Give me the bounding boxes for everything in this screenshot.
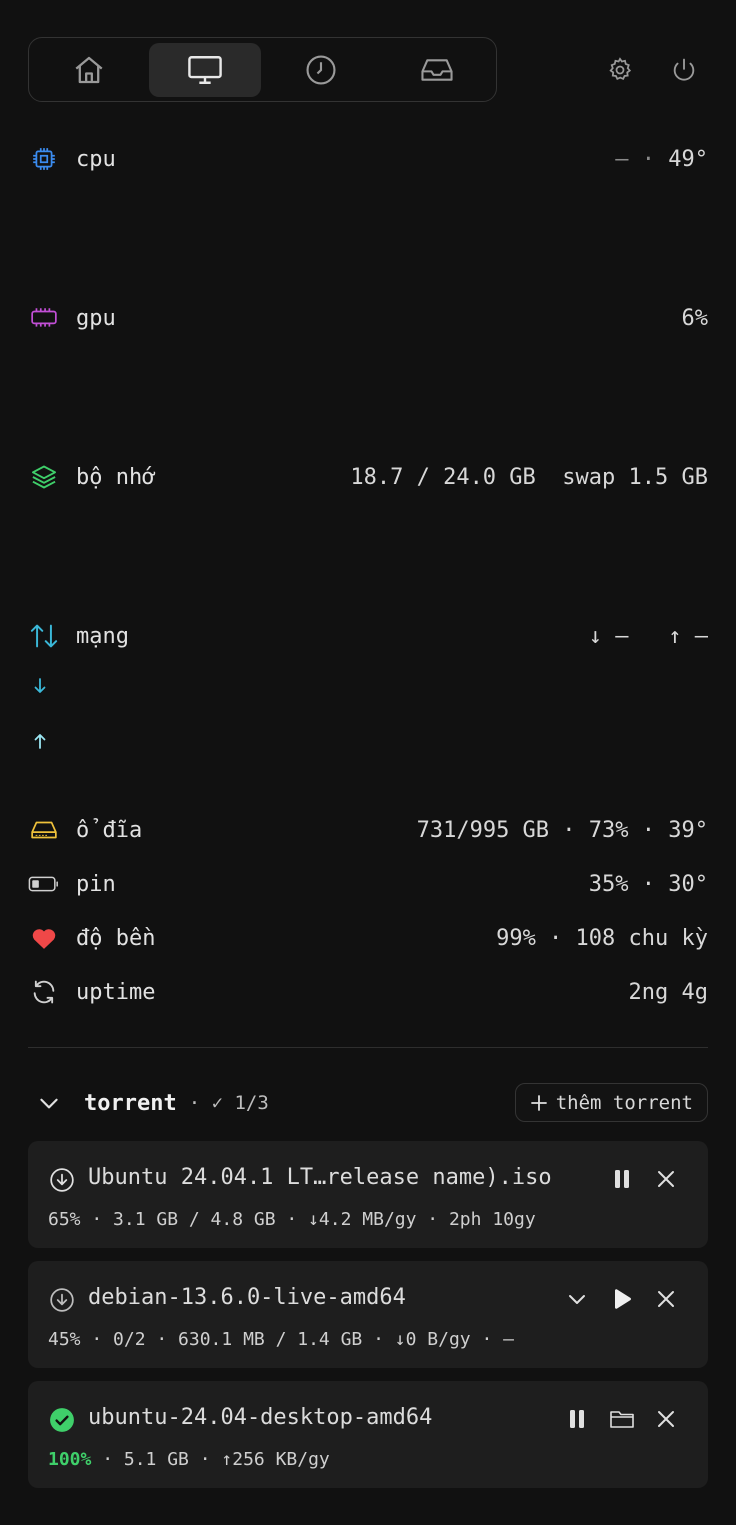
torrent-name: debian-13.6.0-live-amd64 — [88, 1285, 406, 1310]
open-folder-button[interactable] — [606, 1403, 638, 1435]
pause-button[interactable] — [561, 1403, 593, 1435]
gear-icon — [606, 56, 634, 84]
cpu-usage: — — [615, 146, 629, 172]
network-up: ↑ — — [668, 623, 708, 649]
remove-button[interactable] — [650, 1163, 682, 1195]
metric-gpu: gpu 6% — [28, 301, 708, 335]
power-icon — [670, 56, 698, 84]
folder-icon — [609, 1408, 635, 1430]
section-divider — [28, 1047, 708, 1048]
torrent-item[interactable]: Ubuntu 24.04.1 LT…release name).iso 65% … — [28, 1141, 708, 1248]
network-value: ↓ — ↑ — — [589, 624, 708, 649]
tab-inbox[interactable] — [381, 43, 493, 97]
health-label: độ bền — [76, 925, 156, 951]
download-circle-icon — [48, 1166, 76, 1194]
torrent-meta: 45% · 0/2 · 630.1 MB / 1.4 GB · ↓0 B/gy … — [48, 1329, 514, 1350]
chevron-down-icon[interactable] — [36, 1090, 62, 1116]
chevron-down-icon — [565, 1287, 589, 1311]
upload-arrow-icon — [30, 731, 50, 751]
plus-icon — [530, 1094, 548, 1112]
torrent-name: Ubuntu 24.04.1 LT…release name).iso — [88, 1165, 552, 1190]
torrent-title: torrent — [84, 1090, 177, 1116]
close-icon — [656, 1409, 676, 1429]
pause-icon — [613, 1169, 631, 1189]
battery-label: pin — [76, 871, 116, 897]
tab-monitor[interactable] — [149, 43, 261, 97]
metric-cpu: cpu — · 49° — [28, 142, 708, 176]
download-circle-icon — [48, 1286, 76, 1314]
cpu-sep: · — [641, 146, 655, 172]
cpu-label: cpu — [76, 146, 116, 172]
close-icon — [656, 1169, 676, 1189]
heart-icon — [28, 922, 60, 954]
refresh-icon — [28, 976, 60, 1008]
add-torrent-button[interactable]: thêm torrent — [514, 1083, 708, 1122]
memory-used: 18.7 / 24.0 GB — [350, 464, 536, 490]
tab-home[interactable] — [33, 43, 145, 97]
disk-label: ổ đĩa — [76, 817, 143, 843]
torrent-percent: 100% — [48, 1449, 92, 1470]
cpu-value: — · 49° — [615, 147, 708, 172]
network-label: mạng — [76, 623, 129, 649]
expand-button[interactable] — [561, 1283, 593, 1315]
tab-history[interactable] — [265, 43, 377, 97]
torrent-count: · ✓ 1/3 — [188, 1092, 269, 1114]
torrent-item[interactable]: ubuntu-24.04-desktop-amd64 100% · 5.1 GB… — [28, 1381, 708, 1488]
health-value: 99% · 108 chu kỳ — [496, 925, 708, 951]
download-arrow-icon — [30, 676, 50, 696]
close-icon — [656, 1289, 676, 1309]
resume-button[interactable] — [606, 1283, 638, 1315]
metric-battery: pin 35% · 30° — [28, 867, 708, 901]
metric-memory: bộ nhớ 18.7 / 24.0 GB swap 1.5 GB — [28, 460, 708, 494]
torrent-meta: 65% · 3.1 GB / 4.8 GB · ↓4.2 MB/gy · 2ph… — [48, 1209, 536, 1230]
home-icon — [72, 53, 106, 87]
torrent-meta-detail: · 5.1 GB · ↑256 KB/gy — [91, 1449, 330, 1470]
battery-icon — [28, 868, 60, 900]
memory-swap: swap 1.5 GB — [562, 464, 708, 490]
power-button[interactable] — [666, 52, 702, 88]
metric-disk: ổ đĩa 731/995 GB · 73% · 39° — [28, 813, 708, 847]
remove-button[interactable] — [650, 1283, 682, 1315]
remove-button[interactable] — [650, 1403, 682, 1435]
torrent-meta: 100% · 5.1 GB · ↑256 KB/gy — [48, 1449, 330, 1470]
torrent-name: ubuntu-24.04-desktop-amd64 — [88, 1405, 433, 1430]
monitor-icon — [186, 53, 224, 87]
pause-button[interactable] — [606, 1163, 638, 1195]
torrent-header: torrent · ✓ 1/3 thêm torrent — [36, 1083, 708, 1122]
battery-value: 35% · 30° — [588, 871, 708, 897]
nav-tabbar — [28, 37, 497, 102]
pause-icon — [568, 1409, 586, 1429]
play-icon — [611, 1288, 633, 1310]
transfer-icon — [28, 620, 60, 652]
hard-drive-icon — [28, 814, 60, 846]
uptime-value: 2ng 4g — [628, 979, 708, 1005]
gpu-icon — [28, 302, 60, 334]
uptime-label: uptime — [76, 979, 156, 1005]
torrent-item[interactable]: debian-13.6.0-live-amd64 45% · 0/2 · 630… — [28, 1261, 708, 1368]
memory-label: bộ nhớ — [76, 464, 156, 490]
gpu-value: 6% — [681, 305, 709, 331]
memory-value: 18.7 / 24.0 GB swap 1.5 GB — [350, 465, 708, 490]
metric-network: mạng ↓ — ↑ — — [28, 619, 708, 653]
settings-button[interactable] — [602, 52, 638, 88]
disk-value: 731/995 GB · 73% · 39° — [416, 817, 708, 843]
clock-icon — [304, 53, 338, 87]
check-circle-icon — [48, 1406, 76, 1434]
cpu-temp: 49° — [668, 146, 708, 172]
metric-health: độ bền 99% · 108 chu kỳ — [28, 921, 708, 955]
add-torrent-label: thêm torrent — [555, 1091, 693, 1114]
gpu-label: gpu — [76, 305, 116, 331]
metric-uptime: uptime 2ng 4g — [28, 975, 708, 1009]
inbox-icon — [419, 53, 455, 87]
cpu-icon — [28, 143, 60, 175]
network-down: ↓ — — [588, 623, 629, 649]
layers-icon — [28, 461, 60, 493]
